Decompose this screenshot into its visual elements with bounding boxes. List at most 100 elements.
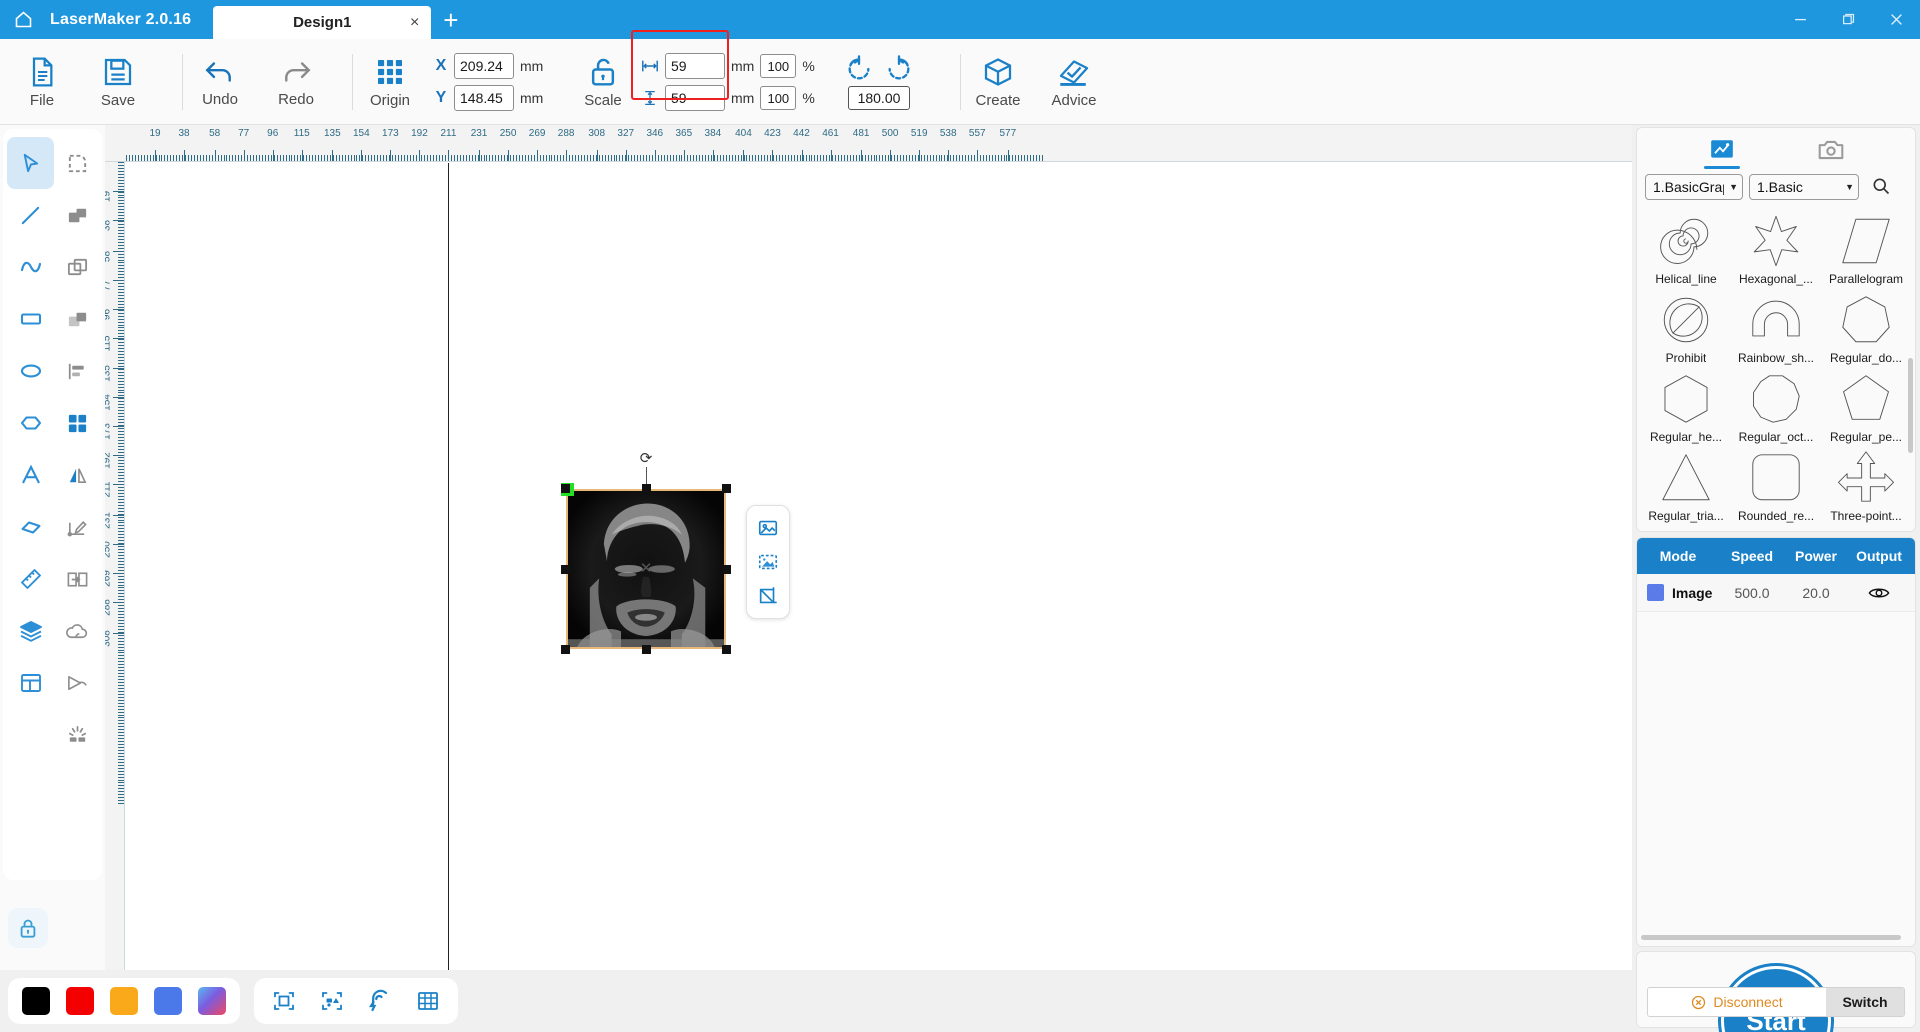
layers-tool[interactable] — [7, 605, 54, 657]
group-tool[interactable] — [54, 397, 101, 449]
shape-item-octagon[interactable]: Regular_oct... — [1731, 366, 1821, 445]
category-2-select[interactable]: 1.Basic ▼ — [1749, 174, 1859, 200]
subtract-tool[interactable] — [54, 293, 101, 345]
perspective-tool[interactable] — [54, 657, 101, 709]
measure-angle-tool[interactable] — [54, 501, 101, 553]
shape-item-triangle[interactable]: Regular_tria... — [1641, 445, 1731, 524]
color-swatch-0[interactable] — [22, 987, 50, 1015]
undo-button[interactable]: Undo — [182, 42, 258, 122]
fit-to-frame-button[interactable] — [268, 985, 300, 1017]
select-all-button[interactable] — [316, 985, 348, 1017]
lock-button[interactable] — [8, 908, 48, 948]
align-tool[interactable] — [54, 345, 101, 397]
text-tool[interactable] — [7, 449, 54, 501]
ellipse-tool[interactable] — [7, 345, 54, 397]
width-percent-input[interactable] — [760, 54, 797, 78]
height-input[interactable] — [665, 85, 725, 111]
intersect-tool[interactable] — [54, 241, 101, 293]
height-percent-input[interactable] — [760, 86, 797, 110]
advice-button[interactable]: Advice — [1036, 42, 1112, 122]
library-scrollbar[interactable] — [1908, 358, 1913, 453]
origin-button[interactable]: Origin — [352, 42, 428, 122]
vertical-ruler[interactable]: 19 38 58 77 96 115 135 154 173 192 211 231 250 269 288… — [105, 162, 125, 970]
cloud-tool[interactable] — [54, 605, 101, 657]
mirror-tool[interactable] — [54, 449, 101, 501]
rotation-input[interactable] — [848, 85, 910, 110]
resize-handle-w[interactable] — [561, 565, 570, 574]
shape-item-six-point-star[interactable]: Hexagonal_... — [1731, 208, 1821, 287]
image-properties-button[interactable] — [752, 514, 784, 542]
spiral-shape-icon — [1660, 218, 1709, 264]
rotate-right-icon[interactable] — [885, 54, 913, 83]
rectangle-tool[interactable] — [7, 293, 54, 345]
resize-handle-sw[interactable] — [561, 645, 570, 654]
disconnect-button[interactable]: Disconnect — [1648, 988, 1826, 1016]
sparkle-tool[interactable] — [54, 709, 101, 761]
scale-lock-button[interactable]: Scale — [565, 42, 641, 122]
shape-item-rainbow-arch[interactable]: Rainbow_sh... — [1731, 287, 1821, 366]
resize-handle-ne[interactable] — [722, 484, 731, 493]
new-tab-button[interactable]: + — [431, 7, 470, 39]
ruler-major-tick — [419, 150, 421, 161]
search-button[interactable] — [1865, 176, 1891, 199]
line-tool[interactable] — [7, 189, 54, 241]
image-trace-button[interactable] — [752, 548, 784, 576]
crop-button[interactable] — [752, 582, 784, 610]
camera-tab[interactable] — [1801, 130, 1861, 170]
window-close-icon[interactable] — [1872, 0, 1920, 39]
save-button[interactable]: Save — [80, 42, 156, 122]
minimize-icon[interactable] — [1776, 0, 1824, 39]
close-icon[interactable]: × — [410, 14, 419, 31]
x-position-input[interactable] — [454, 53, 514, 79]
grid-toggle-button[interactable] — [412, 985, 444, 1017]
layer-color-swatch[interactable] — [1647, 584, 1664, 601]
ruler-tool[interactable] — [7, 553, 54, 605]
color-swatch-4[interactable] — [198, 987, 226, 1015]
eraser-tool[interactable] — [7, 501, 54, 553]
selected-image-object[interactable]: ⟳ ✕ — [561, 450, 731, 654]
node-edit-tool[interactable] — [54, 137, 101, 189]
layer-output-toggle[interactable] — [1847, 585, 1911, 601]
resize-handle-s[interactable] — [642, 645, 651, 654]
polygon-tool[interactable] — [7, 397, 54, 449]
magnet-snap-button[interactable] — [364, 985, 396, 1017]
redo-button[interactable]: Redo — [258, 42, 334, 122]
layer-table-scrollbar[interactable] — [1641, 935, 1901, 940]
shape-item-spiral[interactable]: Helical_line — [1641, 208, 1731, 287]
select-tool[interactable] — [7, 137, 54, 189]
shape-item-heptagon[interactable]: Regular_do... — [1821, 287, 1911, 366]
resize-handle-se[interactable] — [722, 645, 731, 654]
distribute-tool[interactable] — [54, 553, 101, 605]
ruler-tick — [118, 469, 124, 471]
library-tab[interactable] — [1692, 130, 1752, 170]
switch-button[interactable]: Switch — [1826, 988, 1904, 1016]
maximize-icon[interactable] — [1824, 0, 1872, 39]
frame-tool[interactable] — [7, 657, 54, 709]
file-button[interactable]: File — [4, 42, 80, 122]
document-tab[interactable]: Design1 × — [213, 6, 432, 39]
design-canvas[interactable]: ⟳ ✕ — [126, 163, 1632, 970]
color-swatch-3[interactable] — [154, 987, 182, 1015]
resize-handle-n[interactable] — [642, 484, 651, 493]
shape-item-three-point-arrow[interactable]: Three-point... — [1821, 445, 1911, 524]
shape-item-rounded-rect[interactable]: Rounded_re... — [1731, 445, 1821, 524]
category-1-select[interactable]: 1.BasicGrap ▼ — [1645, 174, 1743, 200]
color-swatch-2[interactable] — [110, 987, 138, 1015]
rotate-left-icon[interactable] — [845, 54, 873, 83]
width-input[interactable] — [665, 53, 725, 79]
resize-handle-e[interactable] — [722, 565, 731, 574]
shape-item-parallelogram[interactable]: Parallelogram — [1821, 208, 1911, 287]
rotate-handle[interactable]: ⟳ — [640, 449, 653, 467]
shape-item-pentagon[interactable]: Regular_pe... — [1821, 366, 1911, 445]
y-position-input[interactable] — [454, 85, 514, 111]
resize-handle-nw[interactable] — [561, 484, 570, 493]
curve-tool[interactable] — [7, 241, 54, 293]
color-swatch-1[interactable] — [66, 987, 94, 1015]
create-button[interactable]: Create — [960, 42, 1036, 122]
horizontal-ruler[interactable]: 19 38 58 77 96 115 135 154 173 192 211 231 250 269 288… — [105, 125, 1632, 162]
home-icon[interactable] — [0, 0, 46, 39]
shape-item-hexagon[interactable]: Regular_he... — [1641, 366, 1731, 445]
union-tool[interactable] — [54, 189, 101, 241]
shape-item-prohibit[interactable]: Prohibit — [1641, 287, 1731, 366]
table-row[interactable]: Image 500.0 20.0 — [1637, 574, 1915, 612]
